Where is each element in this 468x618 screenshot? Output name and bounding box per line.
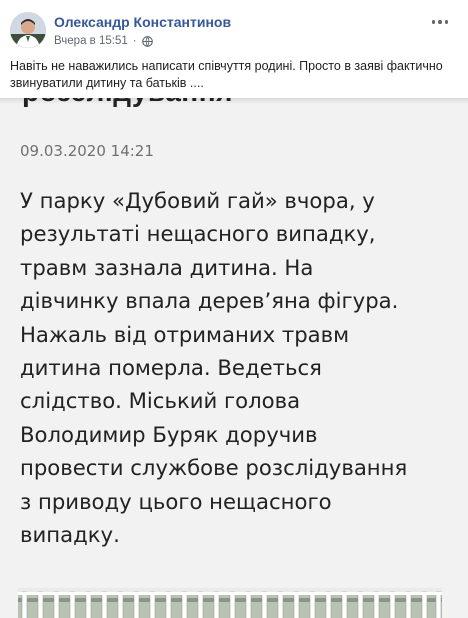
article-date: 09.03.2020 14:21 bbox=[20, 142, 154, 160]
more-options-icon[interactable] bbox=[428, 12, 452, 32]
article-line: слідство. Міський голова bbox=[20, 388, 301, 414]
article-body: У парку «Дубовий гай» вчора, у результат… bbox=[20, 184, 460, 551]
article-line: результаті нещасного випадку, bbox=[20, 221, 376, 247]
article-title: розслідування bbox=[22, 98, 233, 108]
article-line: дитина померла. Ведеться bbox=[20, 355, 322, 381]
avatar[interactable] bbox=[10, 12, 46, 48]
post-meta: Вчера в 15:51 · bbox=[54, 35, 153, 47]
avatar-image bbox=[10, 12, 46, 48]
post-caption: Навіть не наважились написати співчуття … bbox=[10, 59, 443, 90]
author-name[interactable]: Олександр Константинов bbox=[54, 14, 231, 30]
fence-photo bbox=[18, 588, 442, 618]
article-line: провести службове розслідування bbox=[20, 455, 408, 481]
post-header: Олександр Константинов Вчера в 15:51 · bbox=[0, 0, 468, 52]
article-line: травм зазнала дитина. На bbox=[20, 254, 314, 280]
separator-dot: · bbox=[132, 35, 137, 47]
article-line: випадку. bbox=[20, 522, 120, 548]
article-line: Нажаль від отриманих травм bbox=[20, 321, 350, 347]
article-line: Володимир Буряк доручив bbox=[20, 421, 318, 447]
article-line: У парку «Дубовий гай» вчора, у bbox=[20, 188, 375, 213]
post-timestamp[interactable]: Вчера в 15:51 bbox=[54, 35, 128, 47]
article-line: з приводу цього нещасного bbox=[20, 488, 332, 514]
article-line: дівчинку впала дерев’яна фігура. bbox=[20, 288, 399, 314]
shared-image[interactable]: розслідування 09.03.2020 14:21 У парку «… bbox=[0, 98, 468, 618]
globe-icon[interactable] bbox=[141, 35, 153, 47]
